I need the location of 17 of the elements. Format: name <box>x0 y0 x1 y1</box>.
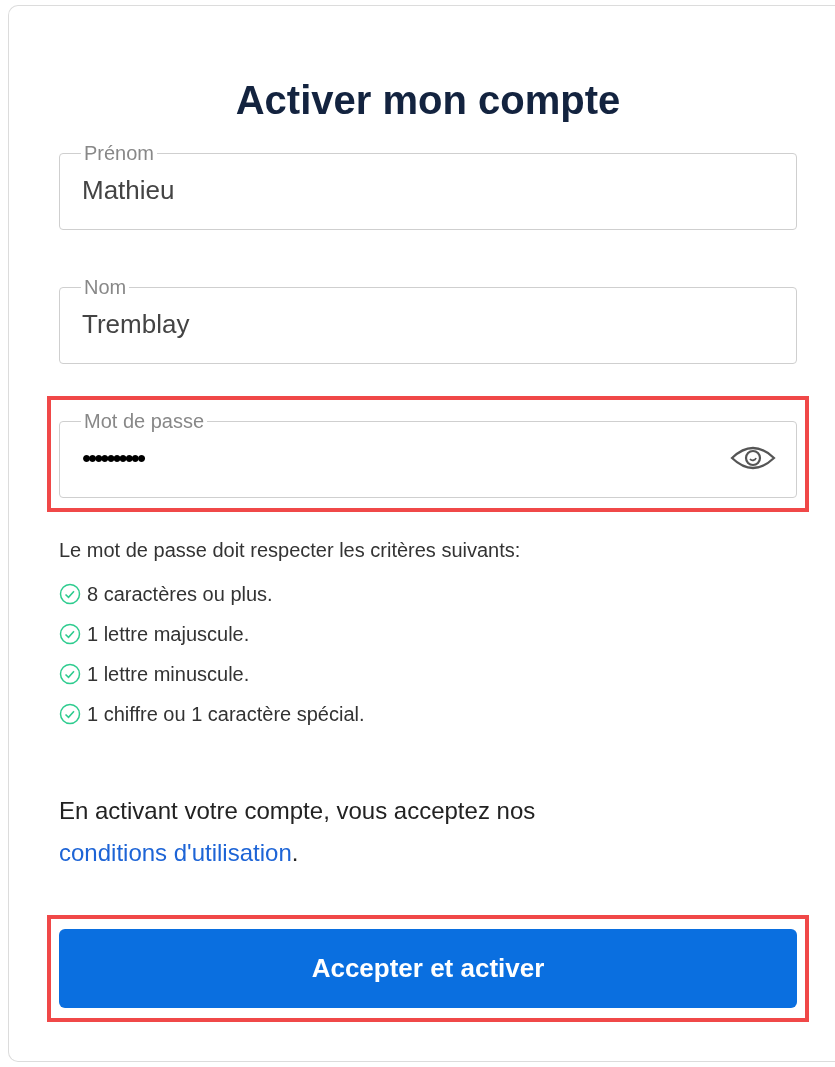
criteria-heading: Le mot de passe doit respecter les critères suivants: <box>59 538 522 563</box>
text-field[interactable]: Mot de passe •••••••••• <box>59 410 797 498</box>
input-field[interactable]: Mathieu <box>82 174 776 206</box>
field-label: Mot de passe <box>83 410 206 432</box>
criterion-text: 8 caractères ou plus. <box>87 582 273 606</box>
input-field[interactable]: Tremblay <box>82 308 776 340</box>
field-label: Nom <box>83 276 128 298</box>
input-field[interactable]: •••••••••• <box>82 442 730 474</box>
criterion-text: 1 lettre minuscule. <box>87 662 250 686</box>
criterion-text: 1 lettre majuscule. <box>87 622 250 646</box>
criterion-text: 1 chiffre ou 1 caractère spécial. <box>87 702 365 726</box>
text-field[interactable]: Prénom Mathieu <box>59 142 797 230</box>
consent-text: En activant votre compte, vous acceptez nos conditions d'utilisation. <box>59 796 537 868</box>
field-label: Prénom <box>83 142 156 164</box>
terms-link[interactable]: conditions d'utilisation <box>59 839 292 866</box>
form-title: Activer mon compte <box>234 77 622 124</box>
submit-button[interactable]: Accepter et activer <box>59 929 797 1008</box>
